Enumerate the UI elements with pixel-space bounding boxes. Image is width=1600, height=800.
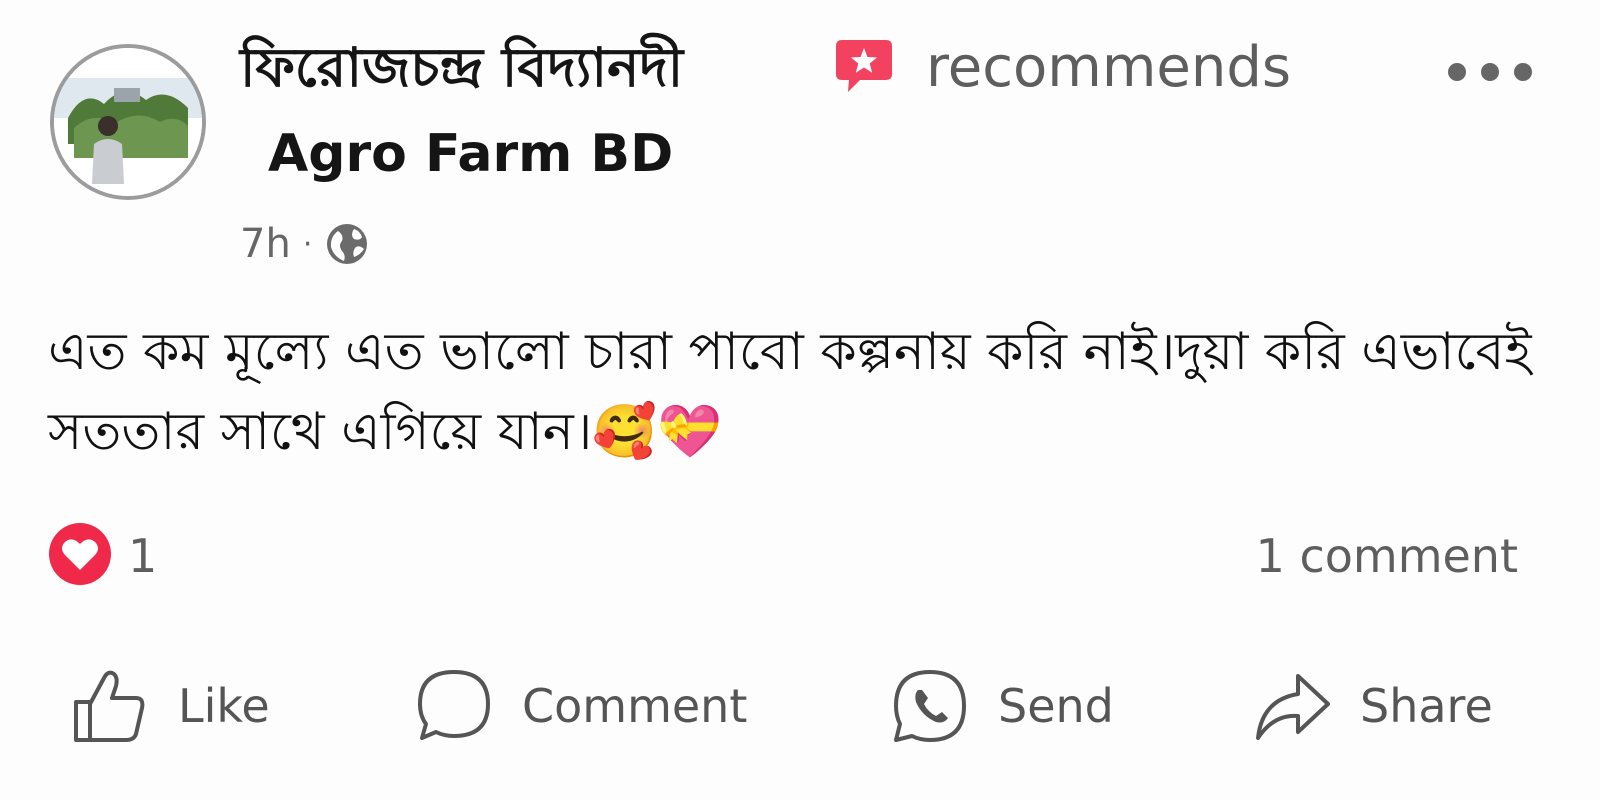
recommend-icon (834, 36, 894, 96)
more-dot-icon (1481, 63, 1499, 81)
page-name[interactable]: Agro Farm BD (268, 116, 673, 192)
send-button[interactable]: Send (890, 664, 1114, 748)
more-options-button[interactable] (1448, 60, 1532, 84)
share-button[interactable]: Share (1252, 664, 1493, 748)
share-arrow-icon (1256, 674, 1330, 740)
like-label: Like (178, 679, 270, 733)
globe-icon (327, 224, 368, 264)
comment-count[interactable]: 1 comment (1256, 526, 1518, 586)
post-meta: 7h · (240, 218, 370, 270)
comment-button[interactable]: Comment (414, 664, 747, 748)
send-label: Send (998, 679, 1114, 733)
meta-separator: · (302, 226, 313, 262)
love-reaction-icon[interactable] (48, 522, 112, 586)
avatar-photo (54, 48, 202, 196)
more-dot-icon (1514, 63, 1532, 81)
more-dot-icon (1448, 63, 1466, 81)
comment-label: Comment (522, 679, 748, 733)
author-avatar[interactable] (50, 44, 206, 200)
thumbs-up-icon (74, 670, 145, 742)
post-time[interactable]: 7h (240, 221, 291, 267)
whatsapp-icon (894, 670, 966, 742)
post-text: এত কম মূল্যে এত ভালো চারা পাবো কল্পনায় … (48, 322, 1532, 462)
share-label: Share (1360, 679, 1493, 733)
reaction-count[interactable]: 1 (128, 526, 157, 586)
speech-bubble-icon (418, 670, 490, 740)
recommends-label: recommends (926, 35, 1292, 100)
author-name[interactable]: ফিরোজচন্দ্র বিদ্যানদী (240, 28, 683, 108)
like-button[interactable]: Like (70, 664, 270, 748)
